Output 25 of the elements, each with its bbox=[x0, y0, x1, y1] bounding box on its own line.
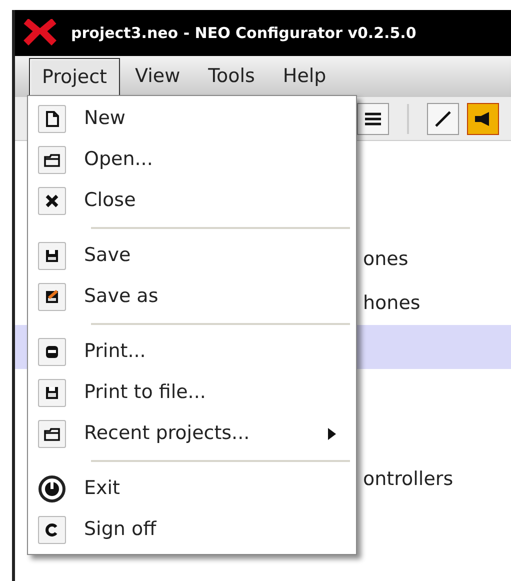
menu-item[interactable]: View bbox=[122, 58, 194, 96]
menu-entry[interactable]: Recent projects... bbox=[28, 413, 356, 454]
menu-entry[interactable]: Exit bbox=[28, 468, 356, 509]
pen-button[interactable] bbox=[427, 102, 459, 134]
menu-entry[interactable]: New bbox=[28, 98, 356, 139]
pen-icon bbox=[433, 108, 453, 128]
logo-icon bbox=[23, 19, 57, 47]
menu-entry[interactable]: Close bbox=[28, 180, 356, 221]
menu-entry[interactable]: Save as bbox=[28, 276, 356, 317]
menu-item[interactable]: Project bbox=[29, 58, 120, 96]
horn-button[interactable] bbox=[467, 102, 499, 134]
menu-entry[interactable]: Open... bbox=[28, 139, 356, 180]
menu-entry[interactable]: Save bbox=[28, 235, 356, 276]
new-file-icon bbox=[43, 110, 61, 128]
save-as-icon bbox=[43, 288, 61, 306]
menu-entry[interactable]: Print... bbox=[28, 331, 356, 372]
window-title: project3.neo - NEO Configurator v0.2.5.0 bbox=[71, 22, 416, 44]
submenu-arrow-icon bbox=[328, 428, 336, 440]
menu-entry[interactable]: Print to file... bbox=[28, 372, 356, 413]
power-icon bbox=[38, 474, 66, 502]
menu-item[interactable]: Tools bbox=[195, 58, 268, 96]
menu-entry[interactable]: Sign off bbox=[28, 509, 356, 550]
menu-item[interactable]: Help bbox=[270, 58, 340, 96]
list-icon bbox=[364, 112, 382, 126]
list-button[interactable] bbox=[357, 102, 389, 134]
